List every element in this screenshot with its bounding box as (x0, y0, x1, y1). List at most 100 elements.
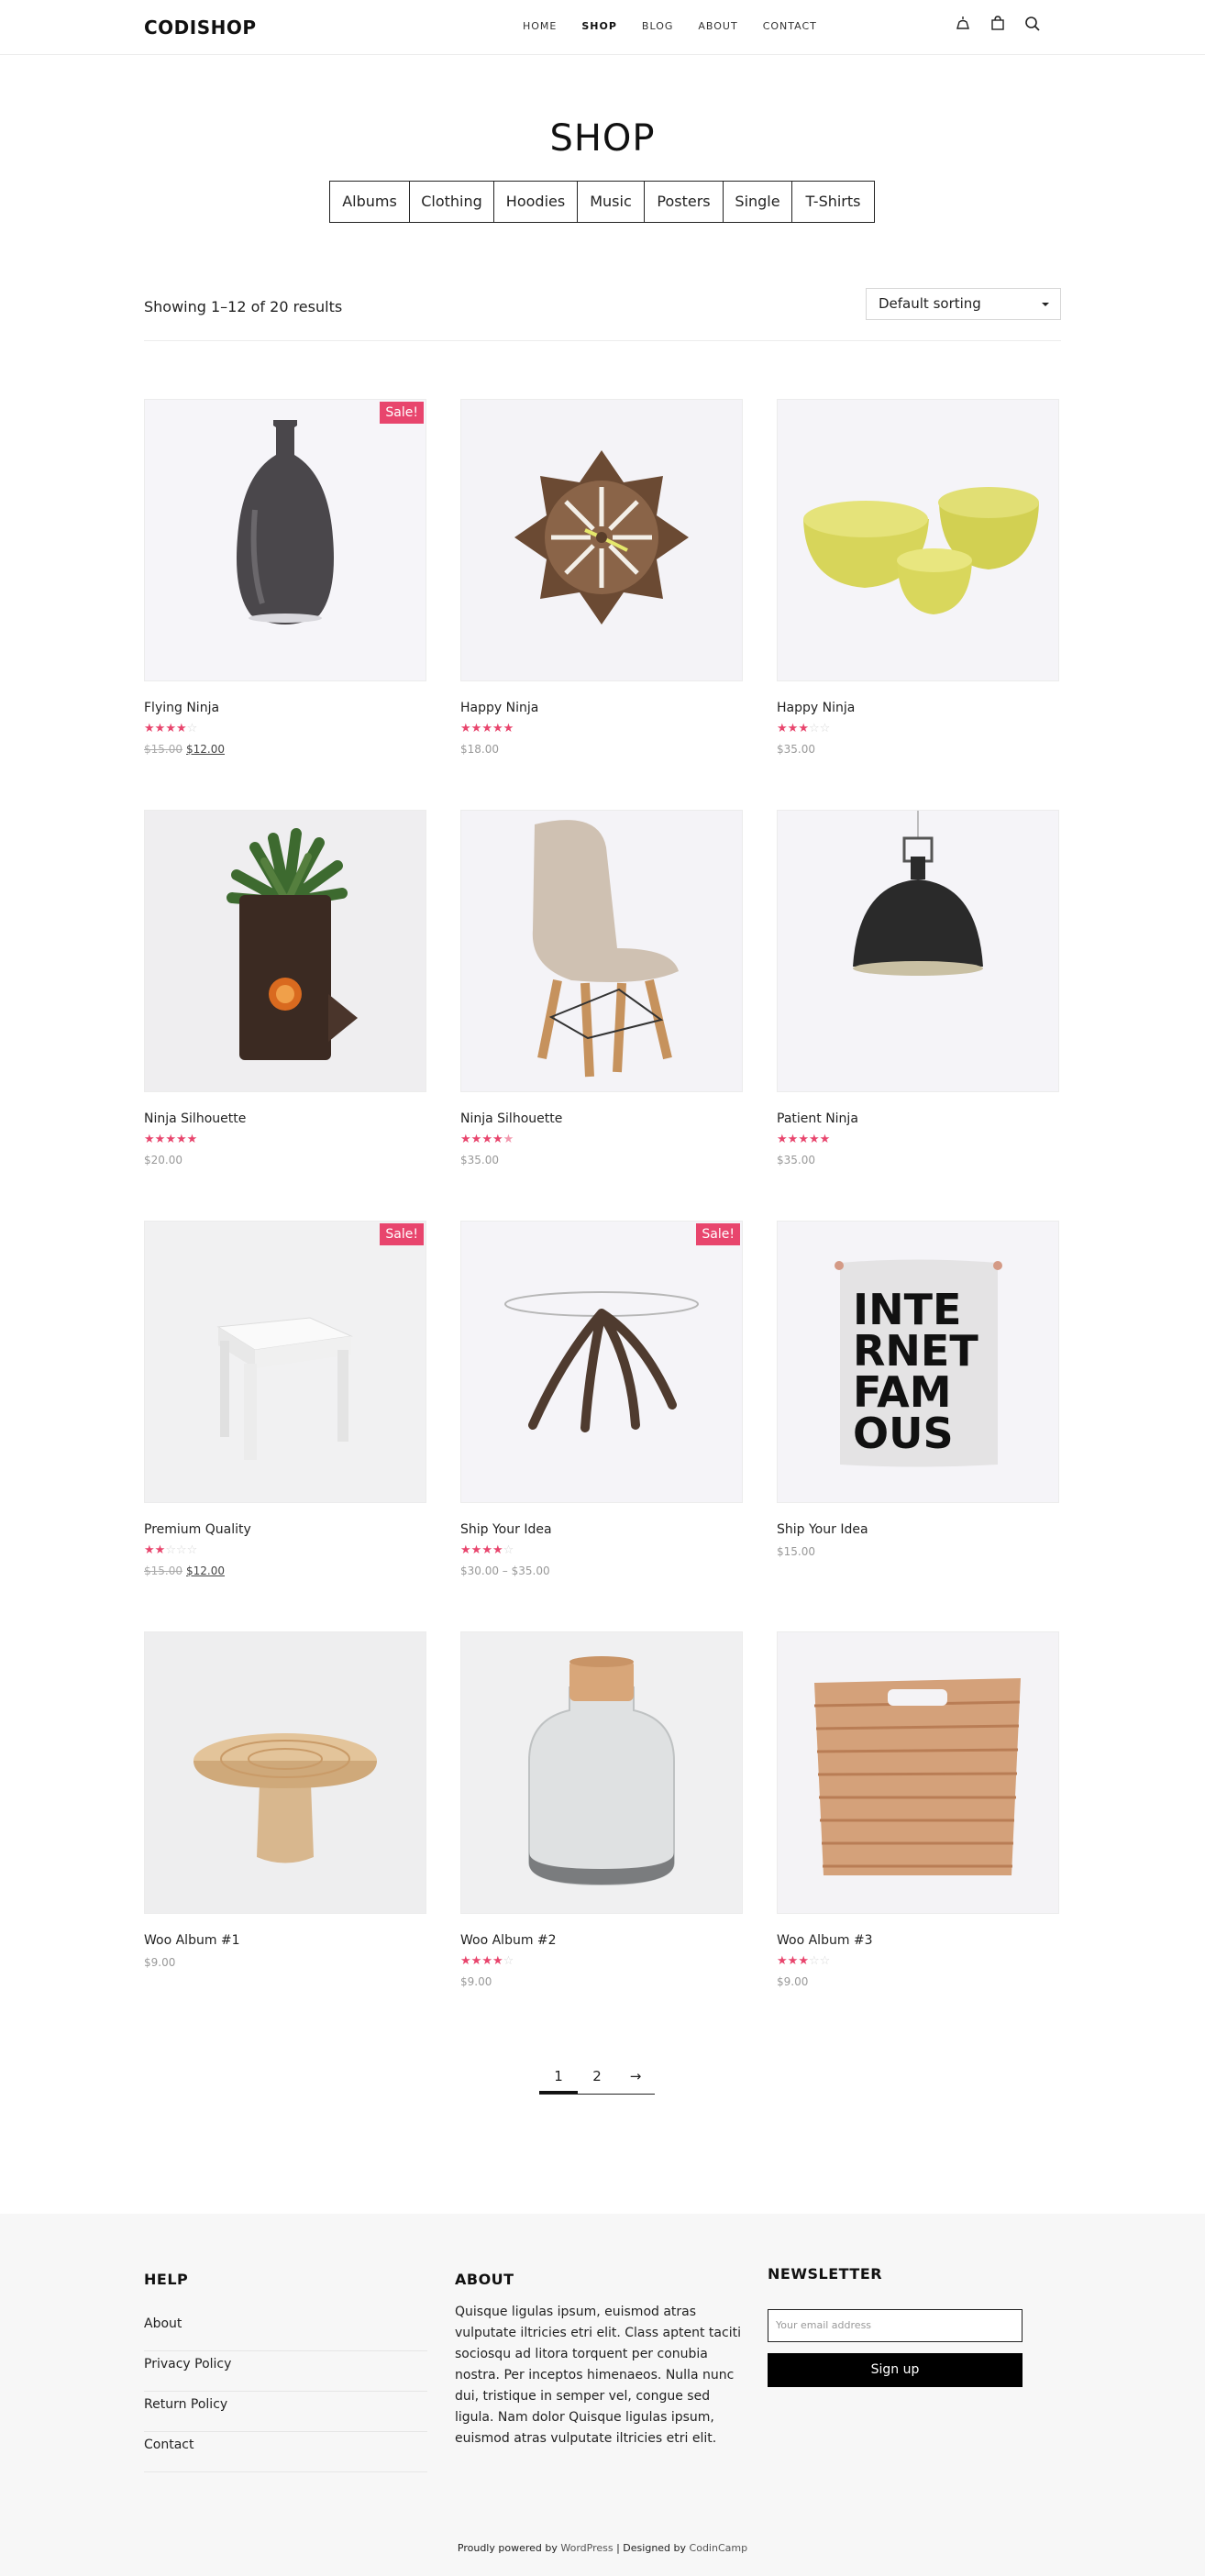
chair-image (461, 811, 742, 1091)
glass-table-image (461, 1222, 742, 1502)
product-name[interactable]: Ninja Silhouette (144, 1111, 426, 1126)
product-image[interactable] (144, 1631, 426, 1914)
product-card[interactable]: Sale! Premium Quality ★★☆☆☆ $15.00 $12.00 (144, 1221, 426, 1577)
footer-link-contact[interactable]: Contact (144, 2432, 427, 2472)
product-name[interactable]: Ship Your Idea (777, 1522, 1059, 1537)
page-2-link[interactable]: 2 (578, 2060, 616, 2094)
category-albums[interactable]: Albums (329, 182, 409, 222)
star-icon: ★ (481, 722, 492, 735)
star-icon: ★ (808, 1133, 820, 1146)
product-name[interactable]: Ship Your Idea (460, 1522, 743, 1537)
product-name[interactable]: Premium Quality (144, 1522, 426, 1537)
star-icon: ★ (470, 722, 482, 735)
star-rating: ★★☆☆☆ (144, 1543, 426, 1558)
cart-icon[interactable] (989, 15, 1007, 33)
star-icon: ★ (165, 1133, 176, 1146)
star-icon: ★ (470, 1543, 482, 1557)
email-field[interactable]: Your email address (768, 2309, 1023, 2342)
product-name[interactable]: Happy Ninja (460, 701, 743, 715)
sort-select[interactable]: Default sorting (866, 288, 1061, 320)
copyright-prefix: Proudly powered by (457, 2542, 561, 2554)
sale-badge: Sale! (380, 402, 424, 424)
product-card[interactable]: Happy Ninja ★★★★★ $18.00 (460, 399, 743, 756)
star-icon: ★ (798, 722, 809, 735)
star-icon: ★ (503, 1133, 514, 1146)
wordpress-link[interactable]: WordPress (560, 2542, 613, 2554)
product-card[interactable]: Ninja Silhouette ★★★★★ $35.00 (460, 810, 743, 1166)
wicker-basket-image (778, 1632, 1058, 1913)
user-icon[interactable] (954, 15, 972, 33)
star-icon: ★ (154, 1133, 166, 1146)
product-price: $15.00 $12.00 (144, 743, 426, 756)
product-card[interactable]: INTE RNET FAM OUS Ship Your Idea $15.00 (777, 1221, 1059, 1558)
next-page-link[interactable]: → (616, 2060, 655, 2094)
product-card[interactable]: Ninja Silhouette ★★★★★ $20.00 (144, 810, 426, 1166)
product-card[interactable]: Woo Album #3 ★★★☆☆ $9.00 (777, 1631, 1059, 1988)
sale-badge: Sale! (696, 1223, 740, 1245)
product-image[interactable] (460, 810, 743, 1092)
codincamp-link[interactable]: CodinCamp (690, 2542, 748, 2554)
product-image[interactable] (777, 1631, 1059, 1914)
product-name[interactable]: Woo Album #2 (460, 1933, 743, 1948)
product-image[interactable]: Sale! (144, 399, 426, 681)
product-image[interactable]: Sale! (144, 1221, 426, 1503)
footer-link-return[interactable]: Return Policy (144, 2392, 427, 2432)
product-price: $35.00 (777, 743, 815, 756)
product-image[interactable] (144, 810, 426, 1092)
nav-about[interactable]: ABOUT (698, 20, 737, 32)
product-card[interactable]: Sale! Flying Ninja ★★★★☆ $15.00 $12.00 (144, 399, 426, 756)
header-icons (954, 15, 1042, 33)
newsletter-heading: NEWSLETTER (768, 2265, 883, 2283)
star-icon: ★ (503, 722, 514, 735)
wooden-clock-image (461, 400, 742, 680)
category-hoodies[interactable]: Hoodies (493, 182, 577, 222)
product-card[interactable]: Woo Album #1 $9.00 (144, 1631, 426, 1969)
nav-contact[interactable]: CONTACT (763, 20, 817, 32)
star-icon: ★ (175, 722, 187, 735)
product-card[interactable]: Patient Ninja ★★★★★ $35.00 (777, 810, 1059, 1166)
product-price: $9.00 (777, 1975, 809, 1988)
star-icon: ☆ (819, 1954, 831, 1968)
product-card[interactable]: Happy Ninja ★★★☆☆ $35.00 (777, 399, 1059, 756)
footer-link-privacy[interactable]: Privacy Policy (144, 2351, 427, 2392)
product-name[interactable]: Woo Album #1 (144, 1933, 426, 1948)
product-name[interactable]: Patient Ninja (777, 1111, 1059, 1126)
search-icon[interactable] (1023, 15, 1042, 33)
star-icon: ★ (777, 722, 788, 735)
plant-pot-image (145, 811, 426, 1091)
product-card[interactable]: Woo Album #2 ★★★★☆ $9.00 (460, 1631, 743, 1988)
signup-button[interactable]: Sign up (768, 2353, 1023, 2387)
product-name[interactable]: Happy Ninja (777, 701, 1059, 715)
product-price: $15.00 $12.00 (144, 1564, 426, 1577)
main-nav: HOME SHOP BLOG ABOUT CONTACT (523, 20, 842, 32)
category-music[interactable]: Music (577, 182, 644, 222)
nav-home[interactable]: HOME (523, 20, 557, 32)
star-icon: ☆ (503, 1543, 514, 1557)
nav-blog[interactable]: BLOG (642, 20, 673, 32)
category-posters[interactable]: Posters (644, 182, 723, 222)
category-tshirts[interactable]: T-Shirts (791, 182, 875, 222)
product-image[interactable] (460, 1631, 743, 1914)
site-logo[interactable]: CODISHOP (144, 17, 257, 39)
product-card[interactable]: Sale! Ship Your Idea ★★★★☆ $30.00 – $35.… (460, 1221, 743, 1577)
page-1-link[interactable]: 1 (539, 2060, 578, 2094)
product-name[interactable]: Woo Album #3 (777, 1933, 1059, 1948)
price-current: $12.00 (186, 743, 225, 756)
category-single[interactable]: Single (723, 182, 791, 222)
product-image[interactable] (777, 810, 1059, 1092)
nav-shop[interactable]: SHOP (581, 20, 617, 32)
product-image[interactable] (777, 399, 1059, 681)
category-filter: Albums Clothing Hoodies Music Posters Si… (329, 181, 875, 223)
product-name[interactable]: Flying Ninja (144, 701, 426, 715)
product-image[interactable] (460, 399, 743, 681)
copyright: Proudly powered by WordPress | Designed … (0, 2542, 1205, 2554)
star-icon: ★ (186, 1133, 198, 1146)
footer-link-about[interactable]: About (144, 2311, 427, 2351)
category-clothing[interactable]: Clothing (409, 182, 493, 222)
star-rating: ★★★★☆ (144, 722, 426, 736)
product-name[interactable]: Ninja Silhouette (460, 1111, 743, 1126)
star-icon: ☆ (808, 1954, 820, 1968)
product-price: $9.00 (460, 1975, 492, 1988)
product-image[interactable]: Sale! (460, 1221, 743, 1503)
product-image[interactable]: INTE RNET FAM OUS (777, 1221, 1059, 1503)
